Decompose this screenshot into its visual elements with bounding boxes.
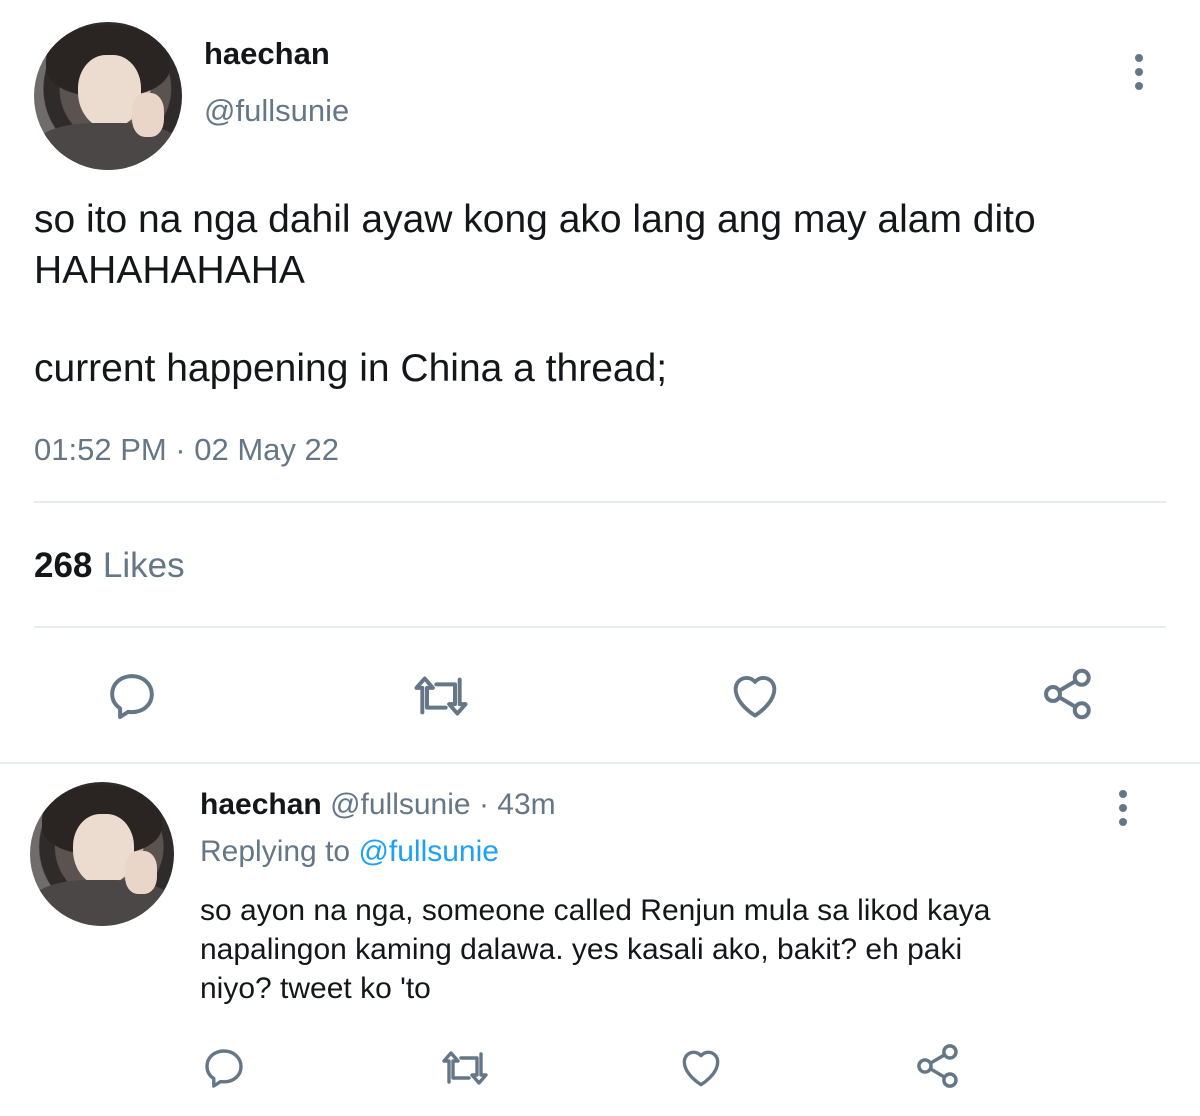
reply-author-avatar[interactable] — [30, 782, 174, 926]
reply-author-name[interactable]: haechan — [200, 788, 322, 821]
reply-text-line-1: so ayon na nga, someone called Renjun mu… — [200, 894, 991, 927]
reply-text-line-3: niyo? tweet ko 'to — [200, 972, 431, 1005]
likes-stat[interactable]: 268 Likes — [34, 546, 185, 586]
reply-author-handle[interactable]: @fullsunie — [330, 788, 471, 821]
heart-icon[interactable] — [726, 666, 784, 724]
replying-to-handle[interactable]: @fullsunie — [358, 835, 499, 868]
author-handle[interactable]: @fullsunie — [204, 93, 349, 129]
author-avatar[interactable] — [34, 22, 182, 170]
reply-header: haechan @fullsunie · 43m — [200, 788, 556, 822]
more-options-icon[interactable] — [1108, 790, 1138, 830]
tweet-timestamp[interactable]: 01:52 PM · 02 May 22 — [34, 432, 339, 468]
share-icon[interactable] — [1038, 664, 1098, 724]
reply-icon[interactable] — [104, 668, 160, 724]
divider — [34, 501, 1166, 503]
reply-text-line-2: napalingon kaming dalawa. yes kasali ako… — [200, 933, 963, 966]
replying-to: Replying to @fullsunie — [200, 835, 499, 869]
likes-count: 268 — [34, 546, 93, 585]
share-icon[interactable] — [912, 1040, 964, 1092]
author-name[interactable]: haechan — [204, 36, 330, 72]
retweet-icon[interactable] — [410, 668, 472, 724]
reply-icon[interactable] — [200, 1044, 248, 1092]
divider — [0, 762, 1200, 764]
divider — [34, 626, 1166, 628]
more-options-icon[interactable] — [1124, 54, 1154, 94]
retweet-icon[interactable] — [438, 1044, 492, 1092]
reply-time[interactable]: · 43m — [479, 788, 556, 821]
replying-to-label: Replying to — [200, 835, 351, 868]
heart-icon[interactable] — [676, 1042, 726, 1092]
likes-label: Likes — [102, 546, 185, 585]
tweet-text-line-2: HAHAHAHAHA — [34, 249, 305, 292]
tweet-text-line-3: current happening in China a thread; — [34, 347, 668, 390]
tweet-text-line-1: so ito na nga dahil ayaw kong ako lang a… — [34, 198, 1036, 241]
